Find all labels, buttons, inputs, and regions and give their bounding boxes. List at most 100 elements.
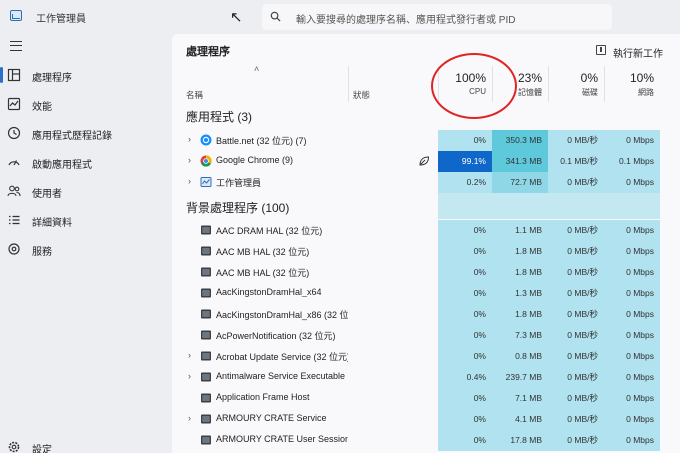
memory-cell: 7.3 MB: [492, 325, 548, 346]
process-name: AcPowerNotification (32 位元): [216, 331, 336, 341]
sidebar-item-processes[interactable]: 處理程序: [0, 62, 172, 88]
column-header-status[interactable]: 狀態: [353, 89, 370, 101]
sidebar-item-settings[interactable]: 設定: [0, 434, 172, 453]
process-row[interactable]: AAC MB HAL (32 位元) 0% 1.8 MB 0 MB/秒 0 Mbps: [172, 262, 680, 283]
network-cell: 0 Mbps: [604, 409, 660, 430]
battlenet-icon: [200, 134, 212, 146]
process-app-icon: [201, 414, 211, 424]
cpu-cell: 0.4%: [438, 367, 492, 388]
processes-icon: [7, 68, 21, 82]
process-app-icon: [201, 246, 211, 256]
expand-chevron-icon[interactable]: ›: [188, 371, 191, 381]
process-row[interactable]: AacKingstonDramHal_x86 (32 位元) 0% 1.8 MB 0 …: [172, 304, 680, 325]
process-row[interactable]: AAC MB HAL (32 位元) 0% 1.8 MB 0 MB/秒 0 Mbps: [172, 241, 680, 262]
hamburger-menu-icon[interactable]: [10, 41, 22, 51]
process-app-icon: [201, 267, 211, 277]
settings-gear-icon: [8, 441, 20, 453]
network-cell: 0 Mbps: [604, 388, 660, 409]
sidebar-item-details[interactable]: 詳細資料: [0, 207, 172, 233]
memory-cell: 1.8 MB: [492, 241, 548, 262]
process-name: 工作管理員: [216, 178, 262, 188]
cpu-cell: 0%: [438, 283, 492, 304]
disk-cell: 0 MB/秒: [548, 430, 604, 451]
sidebar-item-label: 使用者: [32, 189, 62, 200]
sidebar-item-performance[interactable]: 效能: [0, 91, 172, 117]
column-divider: [348, 66, 349, 102]
network-cell: 0 Mbps: [604, 262, 660, 283]
disk-cell: 0.1 MB/秒: [548, 151, 604, 172]
process-app-icon: [201, 225, 211, 235]
process-name: Acrobat Update Service (32 位元): [216, 352, 348, 362]
disk-cell: 0 MB/秒: [548, 241, 604, 262]
expand-chevron-icon[interactable]: ›: [188, 350, 191, 360]
sidebar-item-services[interactable]: 服務: [0, 236, 172, 262]
sort-caret-icon[interactable]: ˄: [254, 64, 259, 74]
process-row[interactable]: › Battle.net (32 位元) (7) 0% 350.3 MB 0 M…: [172, 130, 680, 151]
process-row[interactable]: › Google Chrome (9) 99.1% 341.3 MB 0.1 M…: [172, 151, 680, 172]
memory-cell: 350.3 MB: [492, 130, 548, 151]
disk-cell: 0 MB/秒: [548, 367, 604, 388]
memory-cell: 4.1 MB: [492, 409, 548, 430]
memory-cell: 1.1 MB: [492, 220, 548, 241]
process-name: AAC DRAM HAL (32 位元): [216, 226, 323, 236]
column-header-network[interactable]: 10% 網路: [604, 71, 660, 98]
background-section-header[interactable]: 背景處理程序 (100): [186, 199, 289, 216]
network-cell: 0 Mbps: [604, 304, 660, 325]
window-title: 工作管理員: [36, 14, 86, 25]
process-row[interactable]: Application Frame Host 0% 7.1 MB 0 MB/秒 0 Mb…: [172, 388, 680, 409]
process-row[interactable]: AcPowerNotification (32 位元) 0% 7.3 MB 0 MB/…: [172, 325, 680, 346]
sidebar-item-users[interactable]: 使用者: [0, 178, 172, 204]
process-app-icon: [201, 309, 211, 319]
expand-chevron-icon[interactable]: ›: [188, 155, 191, 165]
process-row[interactable]: AacKingstonDramHal_x64 0% 1.3 MB 0 MB/秒 0 Mb…: [172, 283, 680, 304]
process-row[interactable]: › ARMOURY CRATE Service 0% 4.1 MB 0 MB/秒 0 Mb…: [172, 409, 680, 430]
cpu-cell: 0%: [438, 346, 492, 367]
cpu-cell: 0%: [438, 220, 492, 241]
cpu-cell: 0%: [438, 130, 492, 151]
process-row[interactable]: AAC DRAM HAL (32 位元) 0% 1.1 MB 0 MB/秒 0 Mbps: [172, 220, 680, 241]
column-header-disk[interactable]: 0% 磁碟: [548, 71, 604, 98]
sidebar: 處理程序 效能 應用程式歷程記錄 啟動應用程式 使用者 詳細資料 服務 設定: [0, 34, 172, 453]
process-row[interactable]: › Antimalware Service Executable 0.4% 239.7…: [172, 367, 680, 388]
process-app-icon: [201, 288, 211, 298]
run-task-icon: [596, 45, 606, 55]
sidebar-item-startup-apps[interactable]: 啟動應用程式: [0, 149, 172, 175]
process-app-icon: [201, 435, 211, 445]
network-cell: 0 Mbps: [604, 241, 660, 262]
process-app-icon: [201, 372, 211, 382]
cpu-cell: 0%: [438, 409, 492, 430]
cpu-cell: 0.2%: [438, 172, 492, 193]
task-manager-app-icon: [10, 10, 22, 21]
sidebar-item-app-history[interactable]: 應用程式歷程記錄: [0, 120, 172, 146]
process-name: AAC MB HAL (32 位元): [216, 268, 310, 278]
expand-chevron-icon[interactable]: ›: [188, 413, 191, 423]
sidebar-item-label: 處理程序: [32, 73, 72, 84]
cpu-cell: 0%: [438, 430, 492, 451]
search-input[interactable]: 輸入要搜尋的處理序名稱、應用程式發行者或 PID: [262, 4, 612, 30]
process-row[interactable]: ARMOURY CRATE User Session Helper 0%17.8 …: [172, 430, 680, 451]
efficiency-leaf-icon: [419, 156, 430, 166]
memory-cell: 7.1 MB: [492, 388, 548, 409]
memory-cell: 341.3 MB: [492, 151, 548, 172]
network-cell: 0 Mbps: [604, 325, 660, 346]
expand-chevron-icon[interactable]: ›: [188, 176, 191, 186]
sidebar-item-label: 啟動應用程式: [32, 160, 92, 171]
apps-section-header[interactable]: 應用程式 (3): [186, 108, 252, 125]
sidebar-item-label: 服務: [32, 247, 52, 258]
process-app-icon: [201, 351, 211, 361]
process-row[interactable]: › 工作管理員 0.2% 72.7 MB 0 MB/秒 0 Mbps: [172, 172, 680, 193]
disk-cell: 0 MB/秒: [548, 388, 604, 409]
network-cell: 0.1 Mbps: [604, 151, 660, 172]
memory-cell: 1.3 MB: [492, 283, 548, 304]
process-name: AacKingstonDramHal_x86 (32 位元): [216, 310, 348, 320]
process-name: Battle.net (32 位元) (7): [216, 136, 307, 146]
expand-chevron-icon[interactable]: ›: [188, 134, 191, 144]
process-name: ARMOURY CRATE Service: [216, 413, 327, 423]
process-row[interactable]: › Acrobat Update Service (32 位元) 0% 0.8 MB 0…: [172, 346, 680, 367]
task-manager-icon: [200, 177, 212, 187]
column-header-name[interactable]: 名稱: [186, 89, 203, 101]
disk-cell: 0 MB/秒: [548, 262, 604, 283]
process-app-icon: [201, 393, 211, 403]
memory-cell: 1.8 MB: [492, 304, 548, 325]
memory-cell: 1.8 MB: [492, 262, 548, 283]
